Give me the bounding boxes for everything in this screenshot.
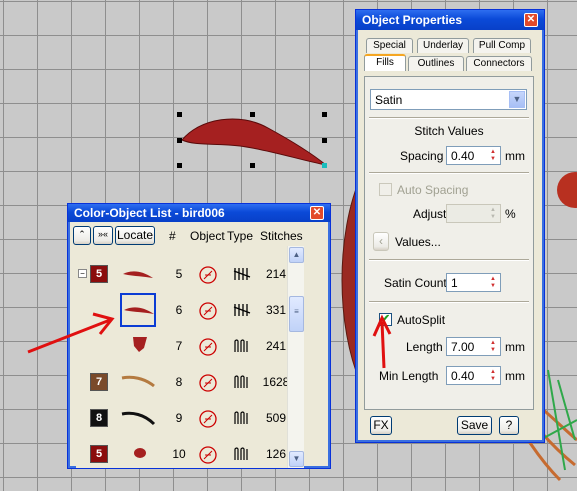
red-arrow-annotation (27, 312, 115, 354)
annotation-overlay (27, 312, 392, 369)
red-arrow-annotation (372, 314, 392, 369)
